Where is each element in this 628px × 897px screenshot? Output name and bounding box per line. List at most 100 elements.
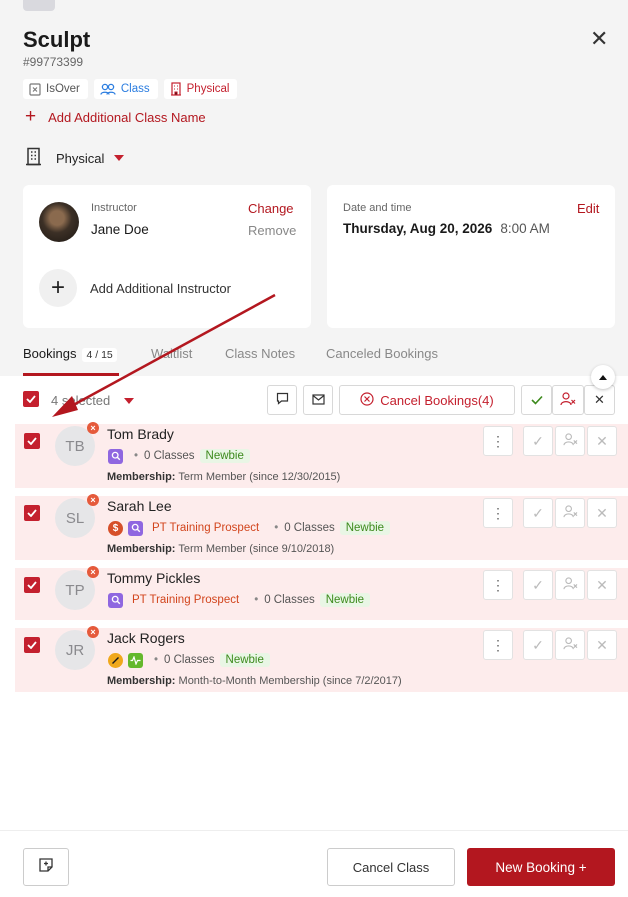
no-show-button[interactable] bbox=[555, 498, 585, 528]
more-options-button[interactable]: ⋮ bbox=[483, 630, 513, 660]
check-icon: ✓ bbox=[532, 636, 544, 653]
booking-row[interactable]: JR × Jack Rogers • 0 Classes Newbie Memb… bbox=[15, 626, 628, 692]
new-booking-button[interactable]: New Booking + bbox=[467, 848, 615, 886]
user-x-icon bbox=[562, 637, 578, 653]
prospect-tag: PT Training Prospect bbox=[132, 594, 240, 606]
kebab-icon: ⋮ bbox=[491, 432, 505, 449]
search-icon bbox=[108, 592, 123, 608]
status-badge: Newbie bbox=[339, 521, 391, 535]
member-name[interactable]: Tommy Pickles bbox=[107, 570, 200, 586]
tab-waitlist[interactable]: Waitlist bbox=[151, 346, 192, 376]
cancel-booking-button[interactable]: ✕ bbox=[587, 426, 617, 456]
message-button[interactable] bbox=[267, 385, 297, 415]
instructor-name: Jane Doe bbox=[91, 222, 149, 237]
cancel-bookings-button[interactable]: Cancel Bookings(4) bbox=[339, 385, 515, 415]
kebab-icon: ⋮ bbox=[491, 504, 505, 521]
add-instructor-button[interactable]: + bbox=[39, 269, 77, 307]
check-in-button[interactable]: ✓ bbox=[523, 630, 553, 660]
member-name[interactable]: Tom Brady bbox=[107, 426, 174, 442]
membership-info: Membership: Term Member (since 12/30/201… bbox=[107, 471, 340, 483]
booking-checkbox[interactable] bbox=[24, 637, 40, 653]
location-select[interactable]: Physical bbox=[25, 147, 125, 169]
no-show-button[interactable] bbox=[555, 570, 585, 600]
check-in-button[interactable]: ✓ bbox=[523, 426, 553, 456]
tab-canceled-bookings[interactable]: Canceled Bookings bbox=[326, 346, 438, 376]
check-in-button[interactable]: ✓ bbox=[523, 570, 553, 600]
chevron-down-icon[interactable] bbox=[124, 398, 134, 404]
change-instructor-link[interactable]: Change bbox=[248, 201, 294, 216]
search-icon bbox=[128, 520, 143, 536]
footer-bar: Cancel Class New Booking + bbox=[0, 830, 628, 897]
user-x-icon bbox=[562, 433, 578, 449]
cancel-booking-button[interactable]: ✕ bbox=[587, 630, 617, 660]
drag-handle[interactable] bbox=[23, 0, 55, 11]
tabs: Bookings 4 / 15 Waitlist Class Notes Canc… bbox=[23, 346, 615, 376]
plus-icon: + bbox=[25, 106, 37, 127]
plus-icon: + bbox=[50, 274, 65, 301]
add-class-name-label: Add Additional Class Name bbox=[48, 109, 206, 125]
add-class-name-link[interactable]: + Add Additional Class Name bbox=[25, 106, 206, 127]
booking-checkbox[interactable] bbox=[24, 433, 40, 449]
remove-badge-icon[interactable]: × bbox=[87, 494, 99, 506]
booking-row[interactable]: SL × Sarah Lee $ PT Training Prospect • … bbox=[15, 494, 628, 560]
membership-info: Membership: Term Member (since 9/10/2018… bbox=[107, 543, 334, 555]
status-badge: Newbie bbox=[219, 653, 270, 667]
selected-count: 4 selected bbox=[51, 393, 111, 408]
separator: • bbox=[154, 654, 159, 666]
remove-badge-icon[interactable]: × bbox=[87, 566, 99, 578]
clear-selection-button[interactable]: ✕ bbox=[584, 385, 615, 415]
booking-row[interactable]: TB × Tom Brady • 0 Classes Newbie Member… bbox=[15, 422, 628, 488]
add-note-button[interactable] bbox=[23, 848, 69, 886]
check-in-button[interactable]: ✓ bbox=[523, 498, 553, 528]
more-options-button[interactable]: ⋮ bbox=[483, 498, 513, 528]
membership-value: Term Member (since 9/10/2018) bbox=[178, 543, 335, 555]
booking-row[interactable]: TP × Tommy Pickles PT Training Prospect … bbox=[15, 566, 628, 620]
cancel-class-button[interactable]: Cancel Class bbox=[327, 848, 455, 886]
collapse-button[interactable] bbox=[591, 365, 615, 389]
more-options-button[interactable]: ⋮ bbox=[483, 570, 513, 600]
date-time-card: Date and time Thursday, Aug 20, 2026 8:00… bbox=[327, 185, 615, 328]
close-icon[interactable]: ✕ bbox=[590, 28, 608, 50]
users-icon bbox=[100, 83, 116, 95]
remove-badge-icon[interactable]: × bbox=[87, 422, 99, 434]
kebab-icon: ⋮ bbox=[491, 576, 505, 593]
pencil-icon bbox=[108, 652, 123, 668]
more-options-button[interactable]: ⋮ bbox=[483, 426, 513, 456]
close-icon: ✕ bbox=[596, 576, 608, 593]
remove-instructor-link[interactable]: Remove bbox=[248, 223, 296, 238]
tag-label: IsOver bbox=[46, 83, 80, 95]
separator: • bbox=[274, 522, 279, 534]
select-all-checkbox[interactable] bbox=[23, 391, 39, 407]
date-time-value: Thursday, Aug 20, 2026 8:00 AM bbox=[343, 221, 550, 236]
note-icon bbox=[38, 857, 54, 878]
tab-bookings[interactable]: Bookings 4 / 15 bbox=[23, 346, 119, 376]
member-badges: • 0 Classes Newbie bbox=[108, 651, 270, 669]
booking-checkbox[interactable] bbox=[24, 577, 40, 593]
date-value: Thursday, Aug 20, 2026 bbox=[343, 221, 493, 236]
check-in-button[interactable] bbox=[521, 385, 552, 415]
separator: • bbox=[134, 450, 139, 462]
email-button[interactable] bbox=[303, 385, 333, 415]
classes-count: 0 Classes bbox=[284, 522, 335, 534]
chevron-down-icon bbox=[114, 155, 125, 161]
close-icon: ✕ bbox=[594, 392, 605, 407]
booking-checkbox[interactable] bbox=[24, 505, 40, 521]
member-name[interactable]: Sarah Lee bbox=[107, 498, 172, 514]
no-show-button[interactable] bbox=[555, 630, 585, 660]
cancel-booking-button[interactable]: ✕ bbox=[587, 498, 617, 528]
no-show-button[interactable] bbox=[555, 426, 585, 456]
membership-value: Term Member (since 12/30/2015) bbox=[178, 471, 341, 483]
tab-class-notes[interactable]: Class Notes bbox=[225, 346, 295, 376]
member-name[interactable]: Jack Rogers bbox=[107, 630, 185, 646]
cancel-booking-button[interactable]: ✕ bbox=[587, 570, 617, 600]
mail-icon bbox=[311, 393, 325, 408]
class-title: Sculpt bbox=[23, 27, 91, 52]
edit-date-link[interactable]: Edit bbox=[577, 201, 599, 216]
user-x-icon bbox=[562, 505, 578, 521]
remove-badge-icon[interactable]: × bbox=[87, 626, 99, 638]
separator: • bbox=[254, 594, 259, 606]
activity-icon bbox=[128, 652, 143, 668]
status-badge: Newbie bbox=[199, 449, 250, 463]
no-show-button[interactable] bbox=[552, 385, 584, 415]
tag-physical: Physical bbox=[163, 79, 238, 99]
